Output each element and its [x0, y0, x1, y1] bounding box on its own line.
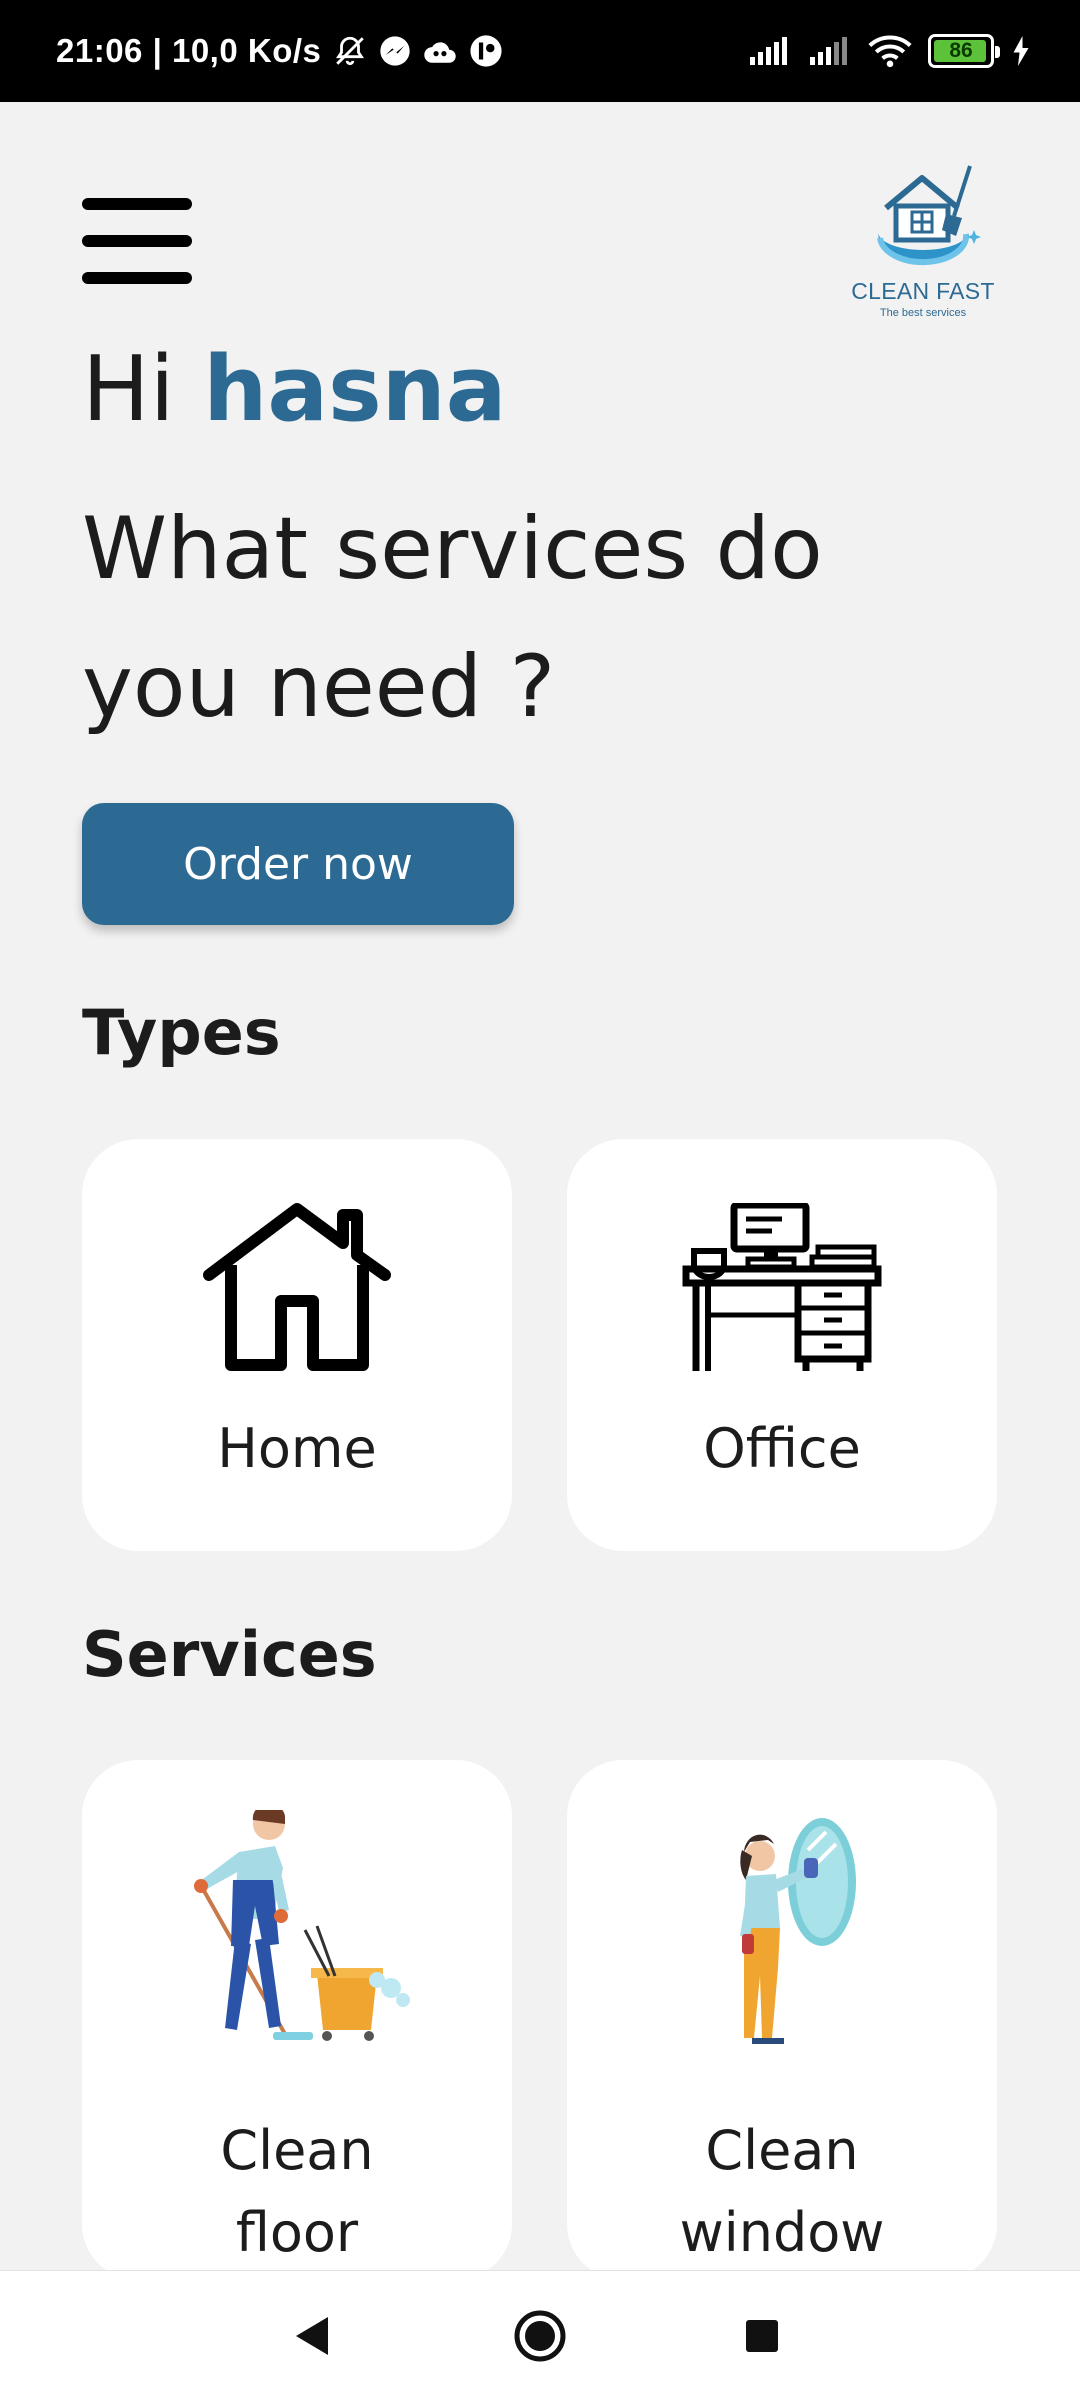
status-bar: 21:06 | 10,0 Ko/s 86 [0, 0, 1080, 102]
hamburger-menu-icon[interactable] [82, 196, 194, 286]
order-now-button[interactable]: Order now [82, 803, 514, 925]
user-name: hasna [203, 337, 507, 442]
home-circle-icon[interactable] [480, 2271, 600, 2400]
recent-apps-square-icon[interactable] [702, 2271, 822, 2400]
service-card-clean-window[interactable]: Clean window [567, 1760, 997, 2280]
office-desk-icon [567, 1203, 997, 1375]
back-triangle-icon[interactable] [252, 2271, 372, 2400]
service-label-clean-window: Clean window [679, 2119, 885, 2264]
battery-icon: 86 [928, 34, 1000, 68]
type-card-office[interactable]: Office [567, 1139, 997, 1551]
wifi-icon [868, 34, 912, 68]
service-label-clean-floor: Clean floor [220, 2119, 374, 2264]
app-icon [469, 34, 503, 68]
messenger-icon [379, 35, 411, 67]
signal-icon [808, 35, 852, 67]
bell-off-icon [333, 34, 367, 68]
types-section-title: Types [82, 996, 281, 1069]
signal-icon [748, 35, 792, 67]
charging-icon [1010, 36, 1032, 66]
status-time: 21:06 | 10,0 Ko/s [56, 32, 322, 69]
type-label-home: Home [217, 1417, 377, 1480]
logo: CLEAN FAST The best services [848, 160, 998, 319]
floor-cleaning-illustration [82, 1810, 512, 2060]
house-icon [82, 1203, 512, 1373]
type-card-home[interactable]: Home [82, 1139, 512, 1551]
logo-name: CLEAN FAST [851, 278, 995, 304]
greeting-hi: Hi [82, 337, 175, 442]
greeting: Hi hasna [82, 335, 506, 445]
services-question: What services do you need ? [82, 499, 823, 737]
cloud-icon [423, 36, 457, 66]
logo-tagline: The best services [879, 307, 967, 319]
type-label-office: Office [703, 1417, 861, 1480]
navigation-bar [0, 2270, 1080, 2400]
services-section-title: Services [82, 1618, 377, 1691]
logo-house-broom-icon [877, 165, 981, 266]
window-cleaning-illustration [567, 1810, 997, 2060]
service-card-clean-floor[interactable]: Clean floor [82, 1760, 512, 2280]
battery-level: 86 [949, 39, 973, 62]
